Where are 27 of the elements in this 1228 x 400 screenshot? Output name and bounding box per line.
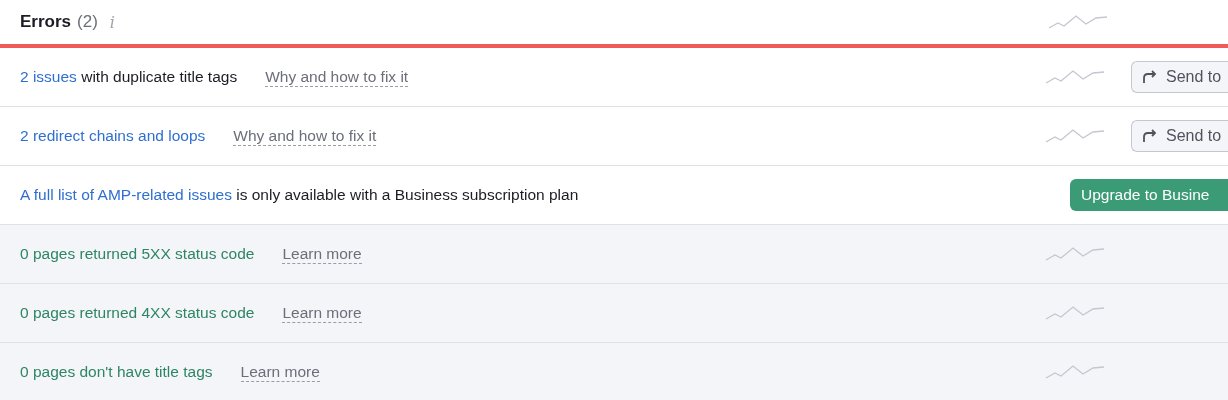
- upgrade-notice: A full list of AMP-related issues is only available with a Business subscription plan: [20, 186, 579, 204]
- learn-more-link[interactable]: Learn more: [240, 362, 320, 382]
- sparkline-icon: [1045, 68, 1105, 86]
- issue-link[interactable]: 2 redirect chains and loops: [20, 127, 206, 145]
- upgrade-button[interactable]: Upgrade to Busine: [1070, 179, 1228, 211]
- info-icon[interactable]: i: [109, 12, 115, 32]
- fix-help-link[interactable]: Why and how to fix it: [233, 126, 377, 146]
- issue-link[interactable]: 2 issues: [20, 68, 77, 85]
- sparkline-icon: [1045, 245, 1105, 263]
- send-to-button[interactable]: Send to: [1131, 61, 1228, 93]
- error-count: (2): [77, 12, 98, 32]
- check-result-text: 0 pages returned 5XX status code: [20, 245, 255, 263]
- fix-help-link[interactable]: Why and how to fix it: [265, 67, 409, 87]
- learn-more-link[interactable]: Learn more: [282, 303, 362, 323]
- section-title: Errors: [20, 12, 72, 32]
- sparkline-icon: [1048, 13, 1108, 31]
- learn-more-link[interactable]: Learn more: [282, 244, 362, 264]
- check-result-text: 0 pages returned 4XX status code: [20, 304, 255, 322]
- issue-text: 2 issues with duplicate title tags: [20, 68, 238, 86]
- sparkline-icon: [1045, 127, 1105, 145]
- send-to-button[interactable]: Send to: [1131, 120, 1228, 152]
- check-result-text: 0 pages don't have title tags: [20, 363, 213, 381]
- amp-issues-link[interactable]: A full list of AMP-related issues: [20, 186, 232, 203]
- sparkline-icon: [1045, 363, 1105, 381]
- forward-arrow-icon: [1142, 129, 1158, 143]
- forward-arrow-icon: [1142, 70, 1158, 84]
- sparkline-icon: [1045, 304, 1105, 322]
